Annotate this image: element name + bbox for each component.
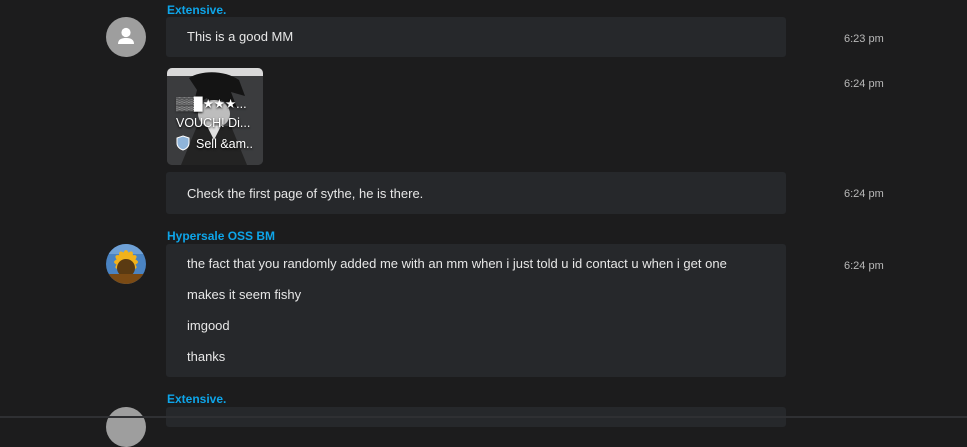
message-text: makes it seem fishy: [187, 287, 302, 302]
message-text: thanks: [187, 349, 226, 364]
message-text: the fact that you randomly added me with…: [187, 256, 727, 271]
message-timestamp: 6:24 pm: [844, 78, 884, 90]
card-title-line: ▒▒█★★★...: [176, 97, 247, 111]
avatar[interactable]: [106, 407, 146, 447]
message-bubble[interactable]: the fact that you randomly added me with…: [166, 244, 786, 377]
avatar[interactable]: [106, 17, 146, 57]
avatar[interactable]: [106, 244, 146, 284]
divider: [0, 416, 967, 418]
shield-icon: [176, 135, 190, 151]
message-text: This is a good MM: [187, 29, 294, 44]
card-subtitle-line: VOUCH! Di...: [176, 116, 251, 130]
message-bubble[interactable]: Check the first page of sythe, he is the…: [166, 172, 786, 214]
message-text: Check the first page of sythe, he is the…: [187, 186, 424, 201]
message-timestamp: 6:23 pm: [844, 33, 884, 45]
sender-name[interactable]: Extensive.: [167, 3, 226, 17]
link-preview-card[interactable]: ▒▒█★★★... VOUCH! Di... Sell &am..: [167, 68, 263, 165]
user-icon: [118, 27, 134, 44]
card-description-line: Sell &am..: [196, 137, 253, 151]
message-bubble[interactable]: This is a good MM: [166, 17, 786, 57]
message-timestamp: 6:24 pm: [844, 188, 884, 200]
message-timestamp: 6:24 pm: [844, 260, 884, 272]
message-text: imgood: [187, 318, 230, 333]
sender-name[interactable]: Extensive.: [167, 392, 226, 406]
sender-name[interactable]: Hypersale OSS BM: [167, 229, 275, 243]
sunflower-avatar-image: [106, 244, 146, 284]
